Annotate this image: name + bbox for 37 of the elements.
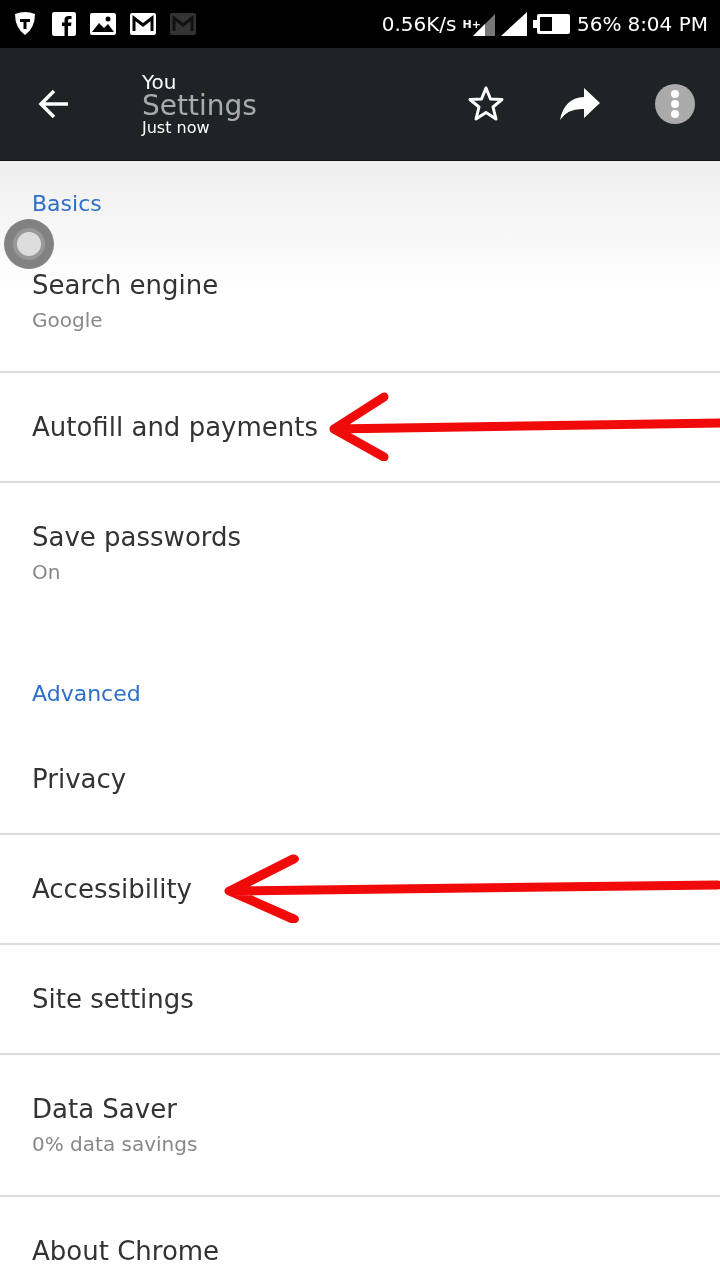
settings-item[interactable]: Search engine Google bbox=[0, 231, 720, 373]
item-title: Accessibility bbox=[32, 874, 192, 904]
mail-icon bbox=[130, 13, 156, 35]
section-header: Advanced bbox=[31, 680, 142, 708]
share-button[interactable] bbox=[558, 86, 602, 122]
item-title: Autofill and payments bbox=[32, 412, 318, 442]
network-speed: 0.56K/s bbox=[381, 12, 457, 36]
item-title: Save passwords bbox=[32, 522, 242, 552]
settings-item[interactable]: Autofill and payments bbox=[0, 373, 720, 483]
settings-item[interactable]: Save passwords On bbox=[0, 483, 720, 623]
item-title: About Chrome bbox=[32, 1236, 220, 1266]
battery-icon bbox=[532, 13, 571, 35]
network-type: H+ bbox=[462, 18, 481, 31]
item-title: Search engine bbox=[32, 270, 219, 300]
item-summary: On bbox=[32, 560, 62, 584]
item-title: Privacy bbox=[32, 764, 127, 794]
menu-button[interactable] bbox=[654, 83, 696, 125]
settings-item[interactable]: Site settings bbox=[0, 945, 720, 1055]
page-title: Settings bbox=[142, 92, 258, 120]
mail-icon bbox=[170, 13, 196, 35]
settings-item[interactable]: Data Saver 0% data savings bbox=[0, 1055, 720, 1197]
signal-icon bbox=[500, 12, 527, 36]
settings-item[interactable]: Accessibility bbox=[0, 835, 720, 945]
item-summary: 0% data savings bbox=[32, 1132, 198, 1156]
settings-item[interactable]: About Chrome bbox=[0, 1197, 720, 1280]
item-title: Data Saver bbox=[32, 1094, 178, 1124]
timestamp: Just now bbox=[142, 120, 210, 136]
settings-item[interactable]: Privacy bbox=[0, 725, 720, 835]
shield-icon bbox=[12, 11, 38, 37]
account-name: You bbox=[142, 72, 177, 92]
item-summary: Google bbox=[32, 308, 104, 332]
image-icon bbox=[90, 13, 116, 35]
facebook-icon bbox=[52, 12, 76, 36]
clock: 8:04 PM bbox=[627, 12, 708, 36]
item-title: Site settings bbox=[32, 984, 194, 1014]
battery-percent: 56% bbox=[576, 12, 622, 36]
section-header: Basics bbox=[31, 190, 103, 218]
